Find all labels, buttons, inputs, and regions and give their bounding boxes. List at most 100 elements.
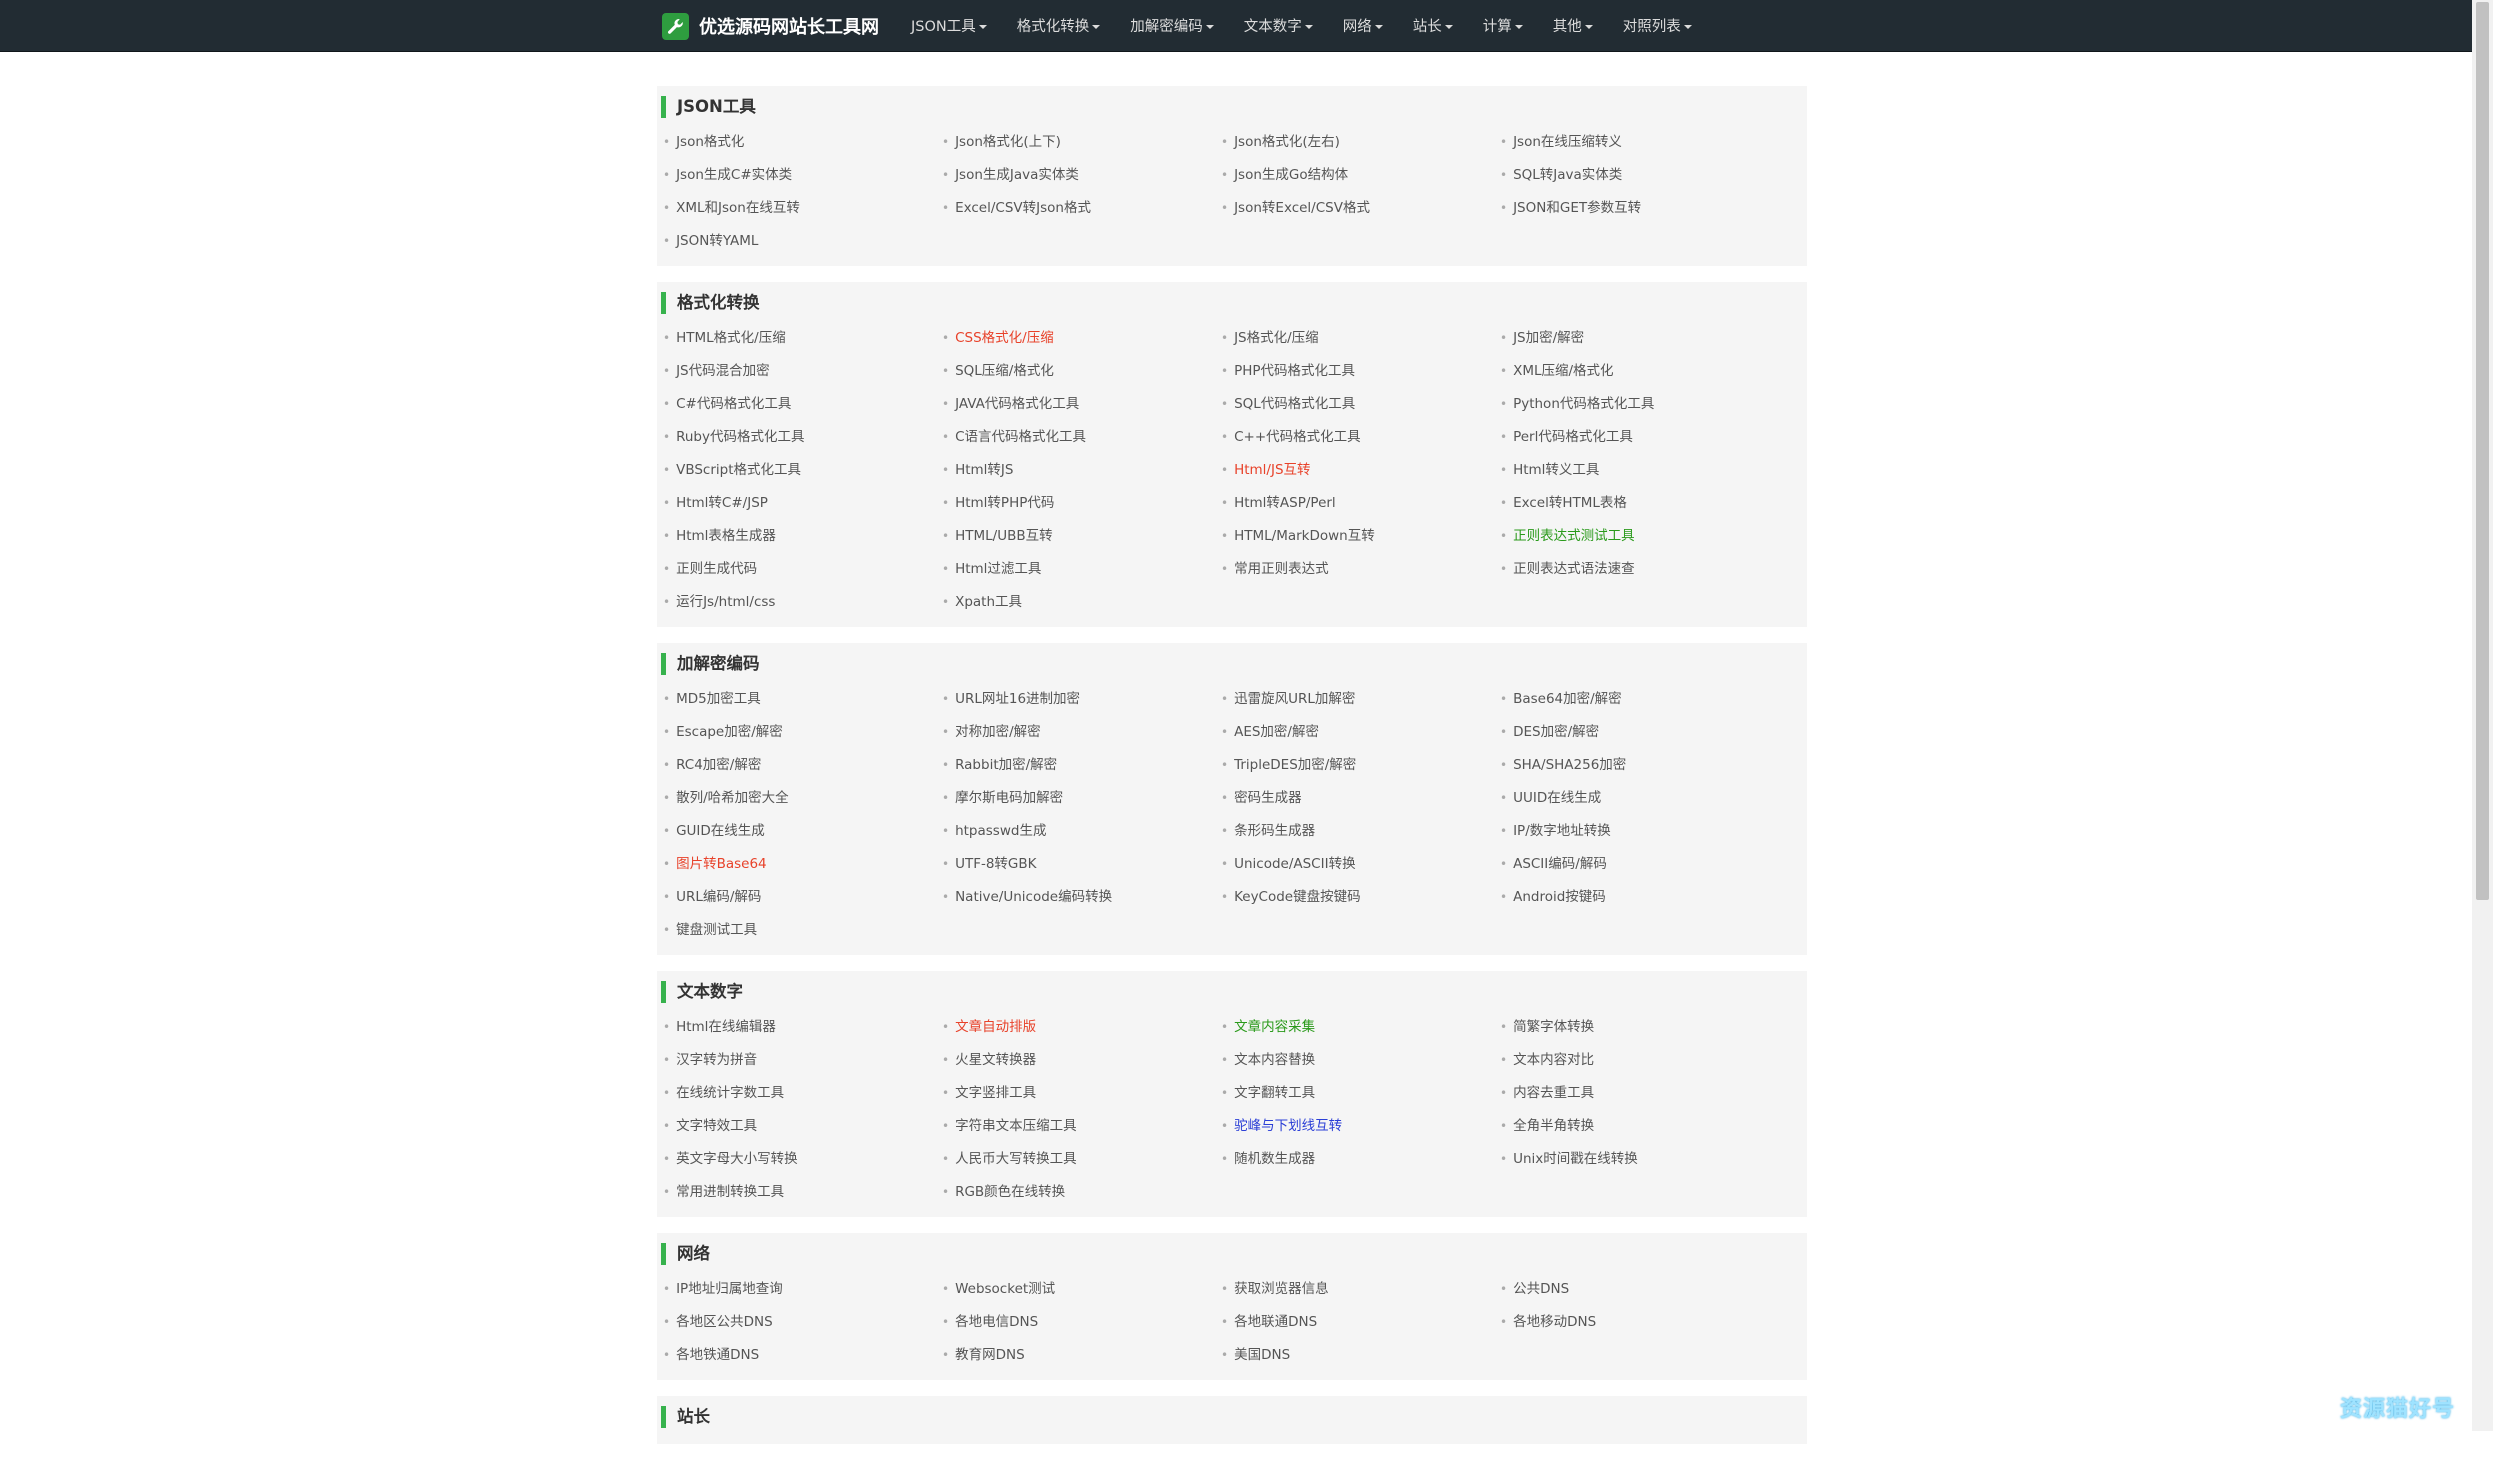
tool-link[interactable]: • Perl代码格式化工具 bbox=[1500, 421, 1779, 454]
tool-link[interactable]: • DES加密/解密 bbox=[1500, 716, 1779, 749]
tool-link[interactable]: • HTML/UBB互转 bbox=[942, 520, 1221, 553]
tool-link[interactable]: • 文本内容对比 bbox=[1500, 1044, 1779, 1077]
tool-link[interactable]: • 各地区公共DNS bbox=[663, 1306, 942, 1339]
tool-link[interactable]: • C语言代码格式化工具 bbox=[942, 421, 1221, 454]
tool-link[interactable]: • 全角半角转换 bbox=[1500, 1110, 1779, 1143]
tool-link[interactable]: • Excel/CSV转Json格式 bbox=[942, 192, 1221, 225]
tool-link[interactable]: • Json转Excel/CSV格式 bbox=[1221, 192, 1500, 225]
tool-link[interactable]: • 对称加密/解密 bbox=[942, 716, 1221, 749]
tool-link[interactable]: • 火星文转换器 bbox=[942, 1044, 1221, 1077]
brand[interactable]: 优选源码网站长工具网 bbox=[662, 11, 879, 41]
tool-link[interactable]: • Json在线压缩转义 bbox=[1500, 126, 1779, 159]
tool-link[interactable]: • 文章内容采集 bbox=[1221, 1011, 1500, 1044]
nav-item-2[interactable]: 加解密编码 bbox=[1115, 15, 1229, 36]
tool-link[interactable]: • Unicode/ASCII转换 bbox=[1221, 848, 1500, 881]
nav-item-1[interactable]: 格式化转换 bbox=[1002, 15, 1116, 36]
tool-link[interactable]: • Json生成C#实体类 bbox=[663, 159, 942, 192]
tool-link[interactable]: • SQL代码格式化工具 bbox=[1221, 388, 1500, 421]
tool-link[interactable]: • Ruby代码格式化工具 bbox=[663, 421, 942, 454]
tool-link[interactable]: • IP/数字地址转换 bbox=[1500, 815, 1779, 848]
tool-link[interactable]: • Base64加密/解密 bbox=[1500, 683, 1779, 716]
tool-link[interactable]: • JS代码混合加密 bbox=[663, 355, 942, 388]
tool-link[interactable]: • CSS格式化/压缩 bbox=[942, 322, 1221, 355]
tool-link[interactable]: • 密码生成器 bbox=[1221, 782, 1500, 815]
tool-link[interactable]: • Html在线编辑器 bbox=[663, 1011, 942, 1044]
tool-link[interactable]: • 获取浏览器信息 bbox=[1221, 1273, 1500, 1306]
page-scrollbar[interactable] bbox=[2472, 0, 2493, 1431]
tool-link[interactable]: • RC4加密/解密 bbox=[663, 749, 942, 782]
tool-link[interactable]: • PHP代码格式化工具 bbox=[1221, 355, 1500, 388]
tool-link[interactable]: • 公共DNS bbox=[1500, 1273, 1779, 1306]
tool-link[interactable]: • 散列/哈希加密大全 bbox=[663, 782, 942, 815]
tool-link[interactable]: • MD5加密工具 bbox=[663, 683, 942, 716]
tool-link[interactable]: • 常用进制转换工具 bbox=[663, 1176, 942, 1209]
tool-link[interactable]: • 各地联通DNS bbox=[1221, 1306, 1500, 1339]
tool-link[interactable]: • C#代码格式化工具 bbox=[663, 388, 942, 421]
tool-link[interactable]: • UUID在线生成 bbox=[1500, 782, 1779, 815]
nav-item-7[interactable]: 其他 bbox=[1538, 15, 1608, 36]
nav-item-5[interactable]: 站长 bbox=[1398, 15, 1468, 36]
tool-link[interactable]: • Rabbit加密/解密 bbox=[942, 749, 1221, 782]
tool-link[interactable]: • RGB颜色在线转换 bbox=[942, 1176, 1221, 1209]
tool-link[interactable]: • 文字翻转工具 bbox=[1221, 1077, 1500, 1110]
tool-link[interactable]: • Json格式化(上下) bbox=[942, 126, 1221, 159]
tool-link[interactable]: • 内容去重工具 bbox=[1500, 1077, 1779, 1110]
nav-item-4[interactable]: 网络 bbox=[1328, 15, 1398, 36]
tool-link[interactable]: • Native/Unicode编码转换 bbox=[942, 881, 1221, 914]
tool-link[interactable]: • UTF-8转GBK bbox=[942, 848, 1221, 881]
tool-link[interactable]: • 各地移动DNS bbox=[1500, 1306, 1779, 1339]
tool-link[interactable]: • Html表格生成器 bbox=[663, 520, 942, 553]
tool-link[interactable]: • Html/JS互转 bbox=[1221, 454, 1500, 487]
tool-link[interactable]: • 各地铁通DNS bbox=[663, 1339, 942, 1372]
tool-link[interactable]: • Json生成Java实体类 bbox=[942, 159, 1221, 192]
tool-link[interactable]: • JAVA代码格式化工具 bbox=[942, 388, 1221, 421]
tool-link[interactable]: • 随机数生成器 bbox=[1221, 1143, 1500, 1176]
tool-link[interactable]: • Html转义工具 bbox=[1500, 454, 1779, 487]
tool-link[interactable]: • 文字竖排工具 bbox=[942, 1077, 1221, 1110]
tool-link[interactable]: • Html转ASP/Perl bbox=[1221, 487, 1500, 520]
tool-link[interactable]: • 文章自动排版 bbox=[942, 1011, 1221, 1044]
tool-link[interactable]: • JSON和GET参数互转 bbox=[1500, 192, 1779, 225]
tool-link[interactable]: • JSON转YAML bbox=[663, 225, 942, 258]
tool-link[interactable]: • Escape加密/解密 bbox=[663, 716, 942, 749]
tool-link[interactable]: • C++代码格式化工具 bbox=[1221, 421, 1500, 454]
tool-link[interactable]: • 条形码生成器 bbox=[1221, 815, 1500, 848]
tool-link[interactable]: • Json格式化 bbox=[663, 126, 942, 159]
tool-link[interactable]: • Android按键码 bbox=[1500, 881, 1779, 914]
nav-item-8[interactable]: 对照列表 bbox=[1608, 15, 1707, 36]
tool-link[interactable]: • 键盘测试工具 bbox=[663, 914, 942, 947]
tool-link[interactable]: • TripleDES加密/解密 bbox=[1221, 749, 1500, 782]
tool-link[interactable]: • 正则生成代码 bbox=[663, 553, 942, 586]
tool-link[interactable]: • 英文字母大小写转换 bbox=[663, 1143, 942, 1176]
tool-link[interactable]: • 人民币大写转换工具 bbox=[942, 1143, 1221, 1176]
tool-link[interactable]: • JS加密/解密 bbox=[1500, 322, 1779, 355]
tool-link[interactable]: • 运行Js/html/css bbox=[663, 586, 942, 619]
tool-link[interactable]: • HTML/MarkDown互转 bbox=[1221, 520, 1500, 553]
tool-link[interactable]: • URL网址16进制加密 bbox=[942, 683, 1221, 716]
tool-link[interactable]: • ASCII编码/解码 bbox=[1500, 848, 1779, 881]
tool-link[interactable]: • GUID在线生成 bbox=[663, 815, 942, 848]
tool-link[interactable]: • 驼峰与下划线互转 bbox=[1221, 1110, 1500, 1143]
tool-link[interactable]: • Json格式化(左右) bbox=[1221, 126, 1500, 159]
tool-link[interactable]: • IP地址归属地查询 bbox=[663, 1273, 942, 1306]
tool-link[interactable]: • XML和Json在线互转 bbox=[663, 192, 942, 225]
tool-link[interactable]: • SQL压缩/格式化 bbox=[942, 355, 1221, 388]
tool-link[interactable]: • KeyCode键盘按键码 bbox=[1221, 881, 1500, 914]
tool-link[interactable]: • 各地电信DNS bbox=[942, 1306, 1221, 1339]
tool-link[interactable]: • SQL转Java实体类 bbox=[1500, 159, 1779, 192]
tool-link[interactable]: • 正则表达式测试工具 bbox=[1500, 520, 1779, 553]
tool-link[interactable]: • 文字特效工具 bbox=[663, 1110, 942, 1143]
tool-link[interactable]: • 美国DNS bbox=[1221, 1339, 1500, 1372]
tool-link[interactable]: • 字符串文本压缩工具 bbox=[942, 1110, 1221, 1143]
tool-link[interactable]: • Json生成Go结构体 bbox=[1221, 159, 1500, 192]
tool-link[interactable]: • AES加密/解密 bbox=[1221, 716, 1500, 749]
tool-link[interactable]: • 图片转Base64 bbox=[663, 848, 942, 881]
tool-link[interactable]: • Excel转HTML表格 bbox=[1500, 487, 1779, 520]
tool-link[interactable]: • 常用正则表达式 bbox=[1221, 553, 1500, 586]
tool-link[interactable]: • 教育网DNS bbox=[942, 1339, 1221, 1372]
tool-link[interactable]: • 简繁字体转换 bbox=[1500, 1011, 1779, 1044]
tool-link[interactable]: • Unix时间戳在线转换 bbox=[1500, 1143, 1779, 1176]
tool-link[interactable]: • 在线统计字数工具 bbox=[663, 1077, 942, 1110]
tool-link[interactable]: • 文本内容替换 bbox=[1221, 1044, 1500, 1077]
tool-link[interactable]: • XML压缩/格式化 bbox=[1500, 355, 1779, 388]
